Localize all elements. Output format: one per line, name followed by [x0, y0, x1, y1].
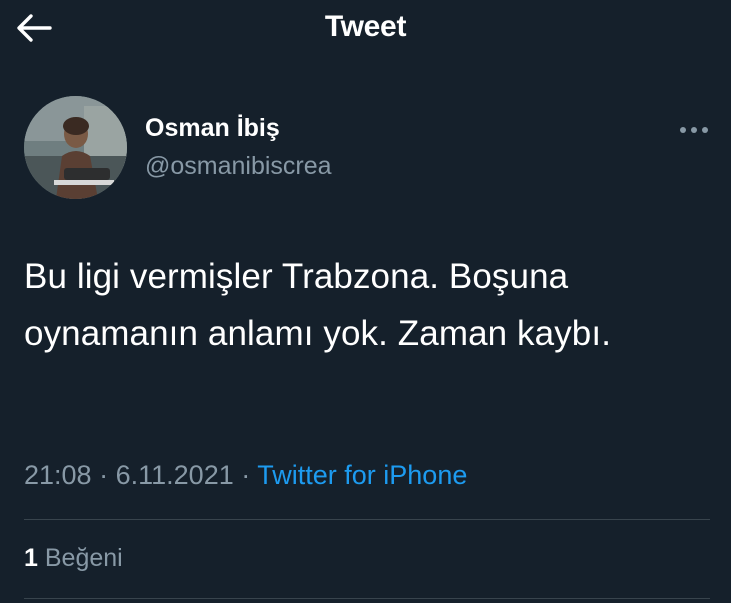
tweet-text: Bu ligi vermişler Trabzona. Boşuna oynam…: [24, 257, 612, 353]
meta-separator: ·: [99, 460, 109, 490]
avatar[interactable]: [24, 96, 127, 199]
meta-separator: ·: [241, 460, 251, 490]
tweet-date[interactable]: 6.11.2021: [116, 460, 234, 490]
tweet-time[interactable]: 21:08: [24, 460, 92, 490]
page-title: Tweet: [324, 10, 407, 43]
tweet-detail-screen: Tweet Osman İbiş @osmanibiscrea Bu ligi …: [0, 0, 731, 603]
tweet-source-link[interactable]: Twitter for iPhone: [257, 460, 467, 490]
divider: [24, 598, 710, 599]
tweet-meta: 21:08 · 6.11.2021 · Twitter for iPhone: [24, 460, 467, 491]
likes-stat[interactable]: 1 Beğeni: [24, 544, 123, 573]
author-handle[interactable]: @osmanibiscrea: [145, 152, 332, 181]
header: Tweet: [0, 0, 731, 60]
likes-count: 1: [24, 544, 38, 572]
more-horizontal-icon: [680, 127, 708, 133]
divider: [24, 519, 710, 520]
likes-label: Beğeni: [44, 544, 123, 572]
author-name[interactable]: Osman İbiş: [145, 114, 280, 143]
avatar-photo: [24, 96, 127, 199]
more-options-button[interactable]: [674, 118, 714, 142]
